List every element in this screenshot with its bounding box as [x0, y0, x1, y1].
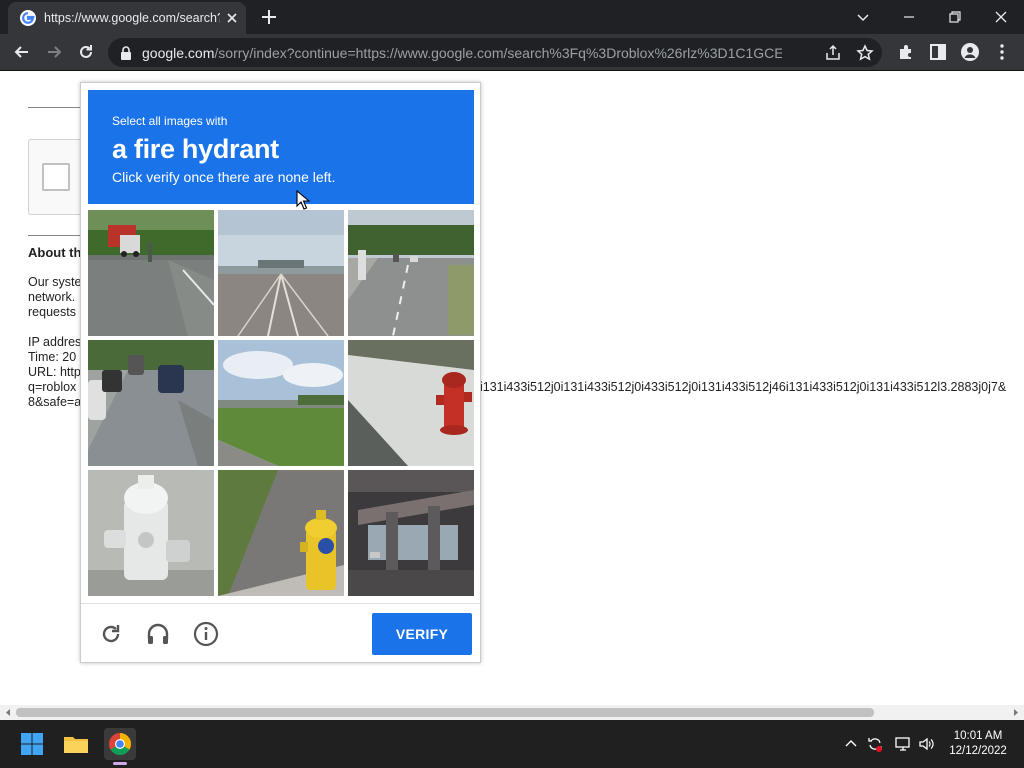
start-button[interactable]	[16, 728, 48, 760]
instruction-text: Select all images with	[112, 114, 228, 128]
forward-icon[interactable]	[44, 42, 64, 62]
url-host: google.com	[142, 45, 215, 61]
browser-tab[interactable]: https://www.google.com/search?q=roblox	[8, 2, 246, 34]
about-heading: About th	[28, 245, 82, 260]
sync-icon[interactable]	[866, 735, 884, 753]
grass-highway-image	[218, 340, 344, 466]
parked-cars-image	[88, 340, 214, 466]
challenge-header: Select all images with a fire hydrant Cl…	[88, 90, 474, 204]
page-text: network.	[28, 290, 76, 304]
image-tile-4[interactable]	[88, 340, 214, 466]
image-tile-1[interactable]	[88, 210, 214, 336]
divider	[28, 235, 88, 236]
verify-button[interactable]: VERIFY	[372, 613, 472, 655]
recaptcha-challenge: Select all images with a fire hydrant Cl…	[80, 82, 481, 663]
bridge-underpass-image	[348, 470, 474, 596]
page-text: requests	[28, 305, 76, 319]
clock-date: 12/12/2022	[949, 745, 1007, 757]
highway-overpass-image	[218, 210, 344, 336]
volume-icon[interactable]	[918, 735, 936, 753]
reload-icon[interactable]	[98, 621, 124, 647]
windows-logo-icon	[21, 733, 43, 755]
browser-toolbar: google.com/sorry/index?continue=https://…	[0, 34, 1024, 71]
reload-page-icon[interactable]	[76, 42, 96, 62]
red-fire-hydrant-image	[348, 340, 474, 466]
restore-icon[interactable]	[944, 6, 966, 28]
lock-icon[interactable]	[120, 46, 132, 60]
image-tile-3[interactable]	[348, 210, 474, 336]
image-tile-7[interactable]	[88, 470, 214, 596]
minimize-icon[interactable]	[898, 6, 920, 28]
street-truck-image	[88, 210, 214, 336]
network-icon[interactable]	[894, 735, 912, 753]
image-tile-5[interactable]	[218, 340, 344, 466]
ip-address-text: IP addres	[28, 335, 82, 349]
url-path: /sorry/index?continue=https://www.google…	[214, 45, 782, 61]
bookmark-star-icon[interactable]	[856, 44, 874, 62]
safe-text: 8&safe=a	[28, 395, 82, 409]
image-tile-6[interactable]	[348, 340, 474, 466]
new-tab-icon[interactable]	[260, 8, 278, 26]
scroll-right-icon[interactable]	[1011, 708, 1020, 717]
horizontal-scrollbar[interactable]	[0, 705, 1024, 720]
clock-time: 10:01 AM	[953, 730, 1003, 742]
image-tile-8[interactable]	[218, 470, 344, 596]
share-icon[interactable]	[824, 44, 842, 62]
windows-taskbar: 10:01 AM 12/12/2022	[0, 720, 1024, 768]
browser-titlebar: https://www.google.com/search?q=roblox	[0, 0, 1024, 34]
image-tile-2[interactable]	[218, 210, 344, 336]
headphones-icon[interactable]	[145, 621, 171, 647]
address-bar[interactable]: google.com/sorry/index?continue=https://…	[108, 38, 882, 67]
road-traffic-image	[348, 210, 474, 336]
menu-kebab-icon[interactable]	[992, 42, 1012, 62]
extensions-icon[interactable]	[896, 42, 916, 62]
close-window-icon[interactable]	[990, 6, 1012, 28]
info-icon[interactable]	[193, 621, 219, 647]
url-label-text: URL: http	[28, 365, 81, 379]
chevron-up-icon[interactable]	[842, 735, 860, 753]
image-tile-9[interactable]	[348, 470, 474, 596]
mouse-cursor-icon	[296, 190, 310, 210]
recaptcha-checkbox-widget	[28, 139, 88, 215]
side-panel-icon[interactable]	[928, 42, 948, 62]
white-fire-hydrant-image	[88, 470, 214, 596]
chrome-taskbar-button[interactable]	[104, 728, 136, 760]
yellow-fire-hydrant-image	[218, 470, 344, 596]
query-text: q=roblox	[28, 380, 77, 394]
folder-icon	[64, 737, 88, 753]
close-tab-icon[interactable]	[224, 10, 240, 26]
chrome-icon	[109, 733, 131, 755]
scroll-left-icon[interactable]	[4, 708, 13, 717]
page-text: Our syste	[28, 275, 82, 289]
active-app-indicator	[113, 762, 127, 765]
file-explorer-button[interactable]	[60, 728, 92, 760]
challenge-footer: VERIFY	[81, 603, 480, 662]
system-clock[interactable]: 10:01 AM 12/12/2022	[940, 729, 1016, 759]
divider	[28, 107, 88, 108]
url-text[interactable]: google.com/sorry/index?continue=https://…	[142, 44, 782, 62]
not-a-robot-checkbox[interactable]	[42, 163, 70, 191]
target-object-text: a fire hydrant	[112, 134, 279, 164]
instruction-subtext: Click verify once there are none left.	[112, 169, 336, 185]
tab-search-icon[interactable]	[852, 6, 874, 28]
long-query-text: i131i433i512j0i131i433i512j0i433i512j0i1…	[480, 380, 1007, 394]
profile-icon[interactable]	[960, 42, 980, 62]
tab-title: https://www.google.com/search?q=roblox	[44, 11, 220, 25]
time-text: Time: 20	[28, 350, 77, 364]
back-icon[interactable]	[12, 42, 32, 62]
google-favicon-icon	[20, 10, 36, 26]
image-grid	[88, 210, 474, 596]
scrollbar-thumb[interactable]	[16, 708, 874, 717]
